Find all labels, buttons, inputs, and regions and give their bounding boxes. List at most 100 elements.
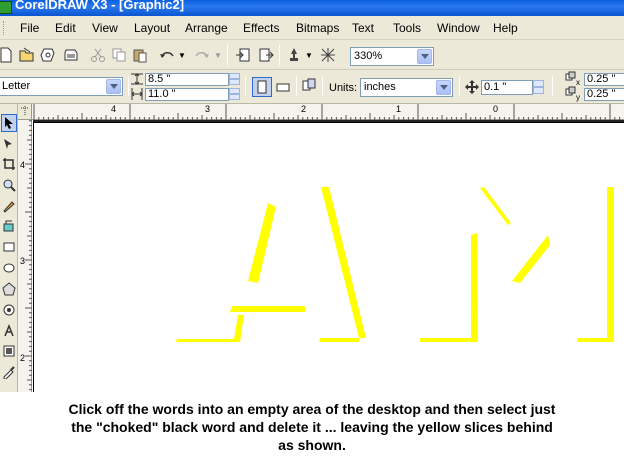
nudge-distance-spinner[interactable]: [533, 80, 544, 95]
menu-tools[interactable]: Tools: [393, 21, 421, 35]
height-icon: [129, 86, 145, 102]
ruler-label: 1: [396, 104, 402, 114]
rectangle-tool-icon[interactable]: [1, 238, 17, 256]
ruler-label: 0: [493, 104, 499, 114]
landscape-orientation-button[interactable]: [273, 77, 293, 97]
ellipse-tool-icon[interactable]: [1, 259, 17, 277]
import-icon[interactable]: [233, 45, 253, 65]
spin-down-icon[interactable]: [229, 79, 240, 85]
save-icon[interactable]: [38, 45, 58, 65]
paper-height-field[interactable]: 11.0 ": [145, 88, 229, 101]
yellow-slice[interactable]: [607, 187, 614, 342]
redo-dropdown-arrow-icon[interactable]: ▼: [214, 45, 222, 65]
duplicate-x-value: 0.25 ": [587, 73, 616, 85]
duplicate-x-field[interactable]: 0.25 ": [584, 73, 624, 86]
duplicate-x-icon: x: [564, 71, 584, 87]
chevron-down-icon[interactable]: [417, 49, 432, 64]
yellow-slice[interactable]: [471, 233, 478, 342]
polygon-tool-icon[interactable]: [1, 280, 17, 298]
interactive-blend-tool-icon[interactable]: [1, 342, 17, 360]
all-pages-icon[interactable]: [299, 75, 319, 95]
yellow-slice[interactable]: [420, 338, 471, 342]
yellow-slice[interactable]: [480, 187, 511, 225]
ruler-label: 3: [20, 256, 26, 266]
vertical-ruler[interactable]: 4 3 2: [18, 120, 32, 392]
new-icon[interactable]: [0, 45, 16, 65]
menu-bitmaps[interactable]: Bitmaps: [296, 21, 339, 35]
toolbar-separator: [227, 45, 228, 65]
menu-arrange[interactable]: Arrange: [185, 21, 228, 35]
units-combo[interactable]: inches: [360, 78, 453, 97]
caption-line: as shown.: [278, 437, 346, 453]
crop-tool-icon[interactable]: [1, 155, 17, 173]
yellow-slice[interactable]: [230, 306, 305, 312]
toolbar-separator: [245, 76, 246, 96]
yellow-slice[interactable]: [512, 235, 550, 283]
yellow-slice[interactable]: [577, 338, 607, 342]
undo-icon[interactable]: [157, 45, 177, 65]
chevron-down-icon[interactable]: [436, 80, 451, 95]
launcher-dropdown-arrow-icon[interactable]: ▼: [305, 45, 313, 65]
copy-icon[interactable]: [109, 45, 129, 65]
basic-shapes-tool-icon[interactable]: [1, 301, 17, 319]
print-icon[interactable]: [61, 45, 81, 65]
nudge-distance-field[interactable]: 0.1 ": [481, 80, 533, 95]
svg-text:y: y: [576, 93, 580, 102]
drawing-canvas[interactable]: [33, 120, 624, 392]
yellow-slices-artwork[interactable]: [34, 123, 624, 393]
spin-down-icon[interactable]: [533, 87, 544, 94]
open-icon[interactable]: [17, 45, 37, 65]
zoom-tool-icon[interactable]: [1, 176, 17, 194]
zoom-level-combo[interactable]: 330%: [350, 47, 434, 66]
redo-icon[interactable]: [192, 45, 212, 65]
menu-window[interactable]: Window: [437, 21, 480, 35]
menu-view[interactable]: View: [92, 21, 118, 35]
paper-height-spinner[interactable]: [229, 88, 240, 101]
coreldraw-app-icon[interactable]: [0, 1, 12, 14]
menu-effects[interactable]: Effects: [243, 21, 279, 35]
yellow-slice[interactable]: [319, 338, 359, 342]
eyedropper-tool-icon[interactable]: [1, 363, 17, 381]
welcome-screen-icon[interactable]: [318, 45, 338, 65]
undo-dropdown-arrow-icon[interactable]: ▼: [178, 45, 186, 65]
menu-text[interactable]: Text: [352, 21, 374, 35]
cut-icon[interactable]: [88, 45, 108, 65]
drawing-page[interactable]: [33, 122, 624, 392]
export-icon[interactable]: [256, 45, 276, 65]
chevron-down-icon[interactable]: [106, 79, 121, 94]
yellow-slice[interactable]: [248, 203, 276, 283]
menu-layout[interactable]: Layout: [134, 21, 170, 35]
paste-icon[interactable]: [130, 45, 150, 65]
toolbar-separator: [459, 76, 460, 96]
ruler-origin-icon[interactable]: [18, 104, 32, 120]
ruler-label: 2: [301, 104, 307, 114]
yellow-slice[interactable]: [176, 315, 244, 342]
property-bar: Letter 8.5 " 11.0 " Units: inches 0.1 " …: [0, 70, 624, 104]
toolbar-separator: [322, 76, 323, 96]
spin-down-icon[interactable]: [229, 94, 240, 100]
paper-height-value: 11.0 ": [148, 88, 176, 100]
smart-fill-tool-icon[interactable]: [1, 217, 17, 235]
nudge-distance-value: 0.1 ": [484, 81, 507, 93]
duplicate-y-field[interactable]: 0.25 ": [584, 88, 624, 101]
menu-file[interactable]: File: [20, 21, 39, 35]
horizontal-ruler[interactable]: 4 3 2 1 0: [18, 104, 624, 120]
menu-help[interactable]: Help: [493, 21, 518, 35]
paper-width-field[interactable]: 8.5 ": [145, 73, 229, 86]
toolbar-separator: [279, 45, 280, 65]
menu-edit[interactable]: Edit: [55, 21, 76, 35]
freehand-tool-icon[interactable]: [1, 197, 17, 215]
yellow-slice[interactable]: [321, 187, 366, 338]
application-launcher-icon[interactable]: [284, 45, 304, 65]
shape-tool-icon[interactable]: [1, 135, 17, 153]
text-tool-icon[interactable]: [1, 322, 17, 340]
width-icon: [129, 71, 145, 87]
paper-type-combo[interactable]: Letter: [0, 77, 123, 96]
spin-up-icon[interactable]: [533, 80, 544, 87]
units-value: inches: [364, 81, 396, 93]
title-bar: CorelDRAW X3 - [Graphic2]: [0, 0, 624, 16]
portrait-orientation-button[interactable]: [252, 77, 272, 97]
menu-gripper-icon[interactable]: [3, 21, 6, 35]
paper-width-spinner[interactable]: [229, 73, 240, 86]
pick-tool-icon[interactable]: [1, 114, 17, 132]
